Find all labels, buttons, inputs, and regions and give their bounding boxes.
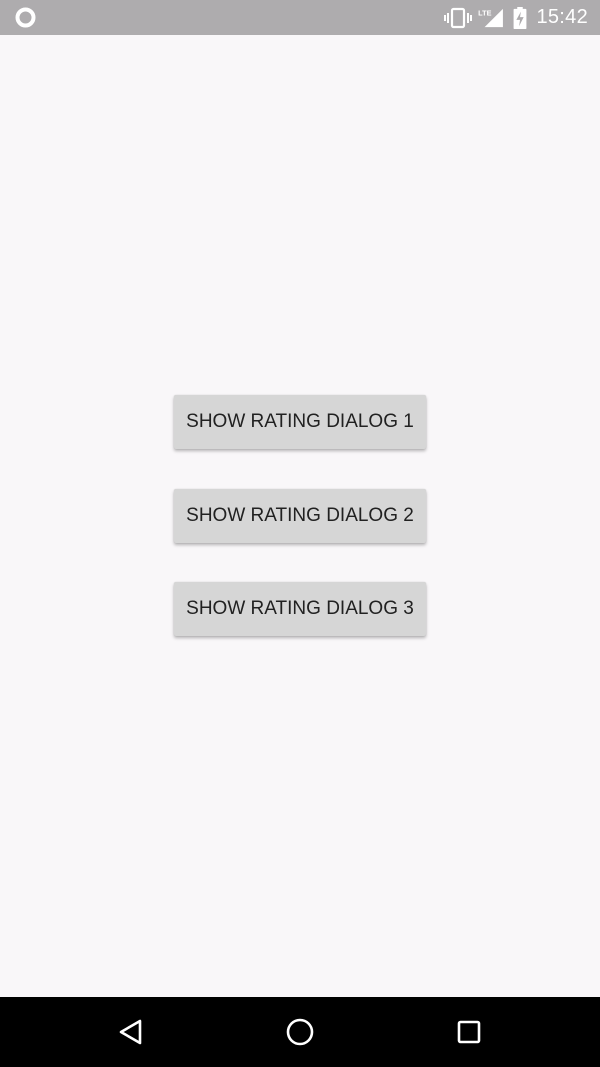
network-label: LTE xyxy=(479,8,492,17)
show-rating-dialog-1-button[interactable]: SHOW RATING DIALOG 1 xyxy=(174,395,426,449)
vibrate-icon xyxy=(444,7,473,28)
back-icon xyxy=(119,1019,142,1045)
clock: 15:42 xyxy=(536,6,588,28)
navigation-bar xyxy=(0,997,600,1067)
status-icons: LTE 15:42 xyxy=(444,0,588,35)
recents-icon xyxy=(457,1020,481,1044)
nav-back-button[interactable] xyxy=(91,997,171,1067)
home-icon xyxy=(286,1018,314,1046)
nav-recents-button[interactable] xyxy=(429,997,509,1067)
notification-circle-icon xyxy=(15,7,36,28)
main-content: SHOW RATING DIALOG 1 SHOW RATING DIALOG … xyxy=(0,35,600,997)
show-rating-dialog-3-button[interactable]: SHOW RATING DIALOG 3 xyxy=(174,582,426,636)
lte-signal-icon: LTE xyxy=(479,8,504,27)
battery-charging-icon xyxy=(514,6,527,29)
nav-home-button[interactable] xyxy=(260,997,340,1067)
show-rating-dialog-2-button[interactable]: SHOW RATING DIALOG 2 xyxy=(174,489,426,543)
status-bar: LTE 15:42 xyxy=(0,0,600,35)
